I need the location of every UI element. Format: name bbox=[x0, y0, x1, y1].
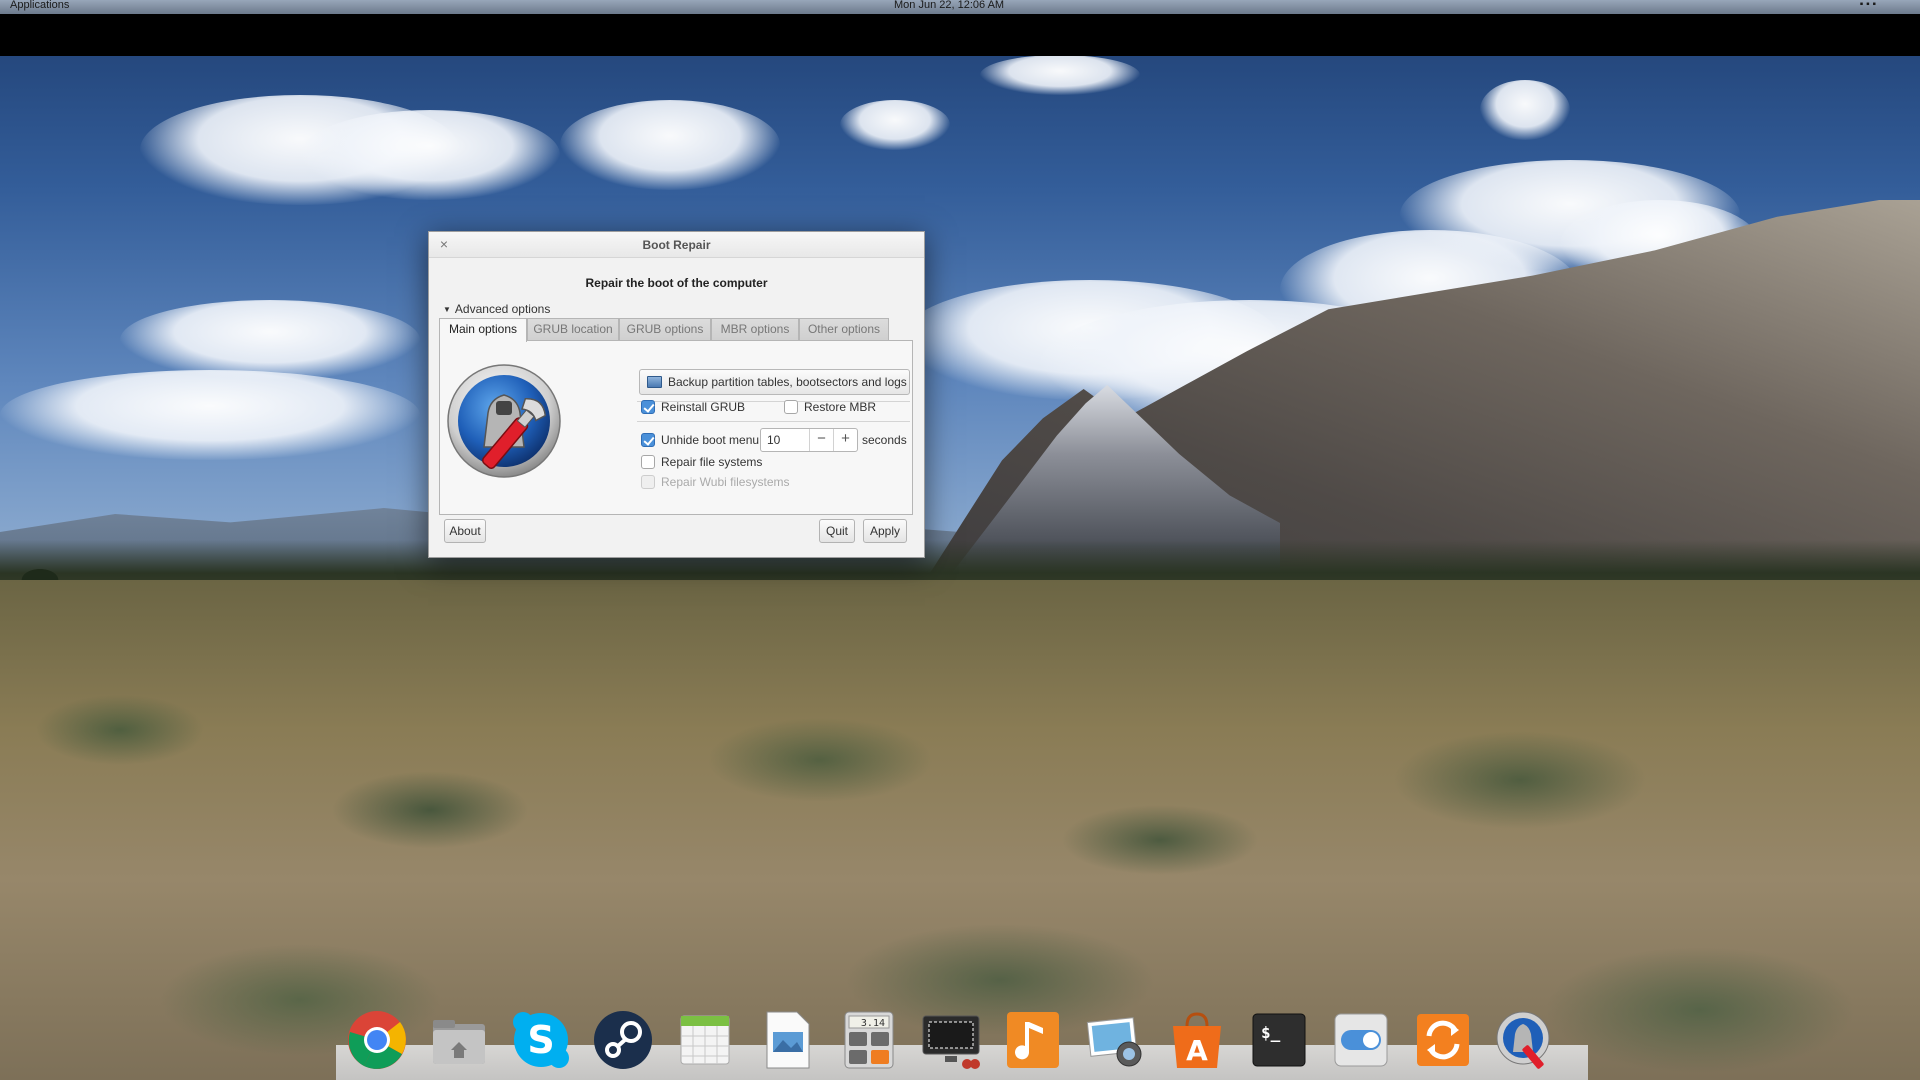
advanced-options-expander[interactable]: ▼ Advanced options bbox=[443, 302, 550, 316]
wallpaper-cloud bbox=[300, 110, 560, 200]
main-options-panel: Backup partition tables, bootsectors and… bbox=[439, 340, 913, 515]
dock-item-steam[interactable] bbox=[591, 1008, 655, 1072]
apply-button[interactable]: Apply bbox=[863, 519, 907, 543]
terminal-prompt: $_ bbox=[1261, 1023, 1281, 1042]
decrement-button[interactable]: − bbox=[809, 429, 833, 451]
calculator-icon: 3.14 bbox=[844, 1011, 894, 1069]
tab-grub-location[interactable]: GRUB location bbox=[527, 318, 619, 341]
dock-item-switchboard[interactable] bbox=[1329, 1008, 1393, 1072]
reinstall-grub-checkbox[interactable] bbox=[641, 400, 655, 414]
repair-wubi-checkbox bbox=[641, 475, 655, 489]
dock-item-calculator[interactable]: 3.14 bbox=[837, 1008, 901, 1072]
advanced-options-label: Advanced options bbox=[454, 302, 551, 316]
wallpaper-cloud bbox=[0, 370, 420, 460]
tab-grub-options[interactable]: GRUB options bbox=[619, 318, 711, 341]
update-manager-icon bbox=[1417, 1014, 1469, 1066]
boot-menu-seconds-spinner[interactable]: 10 − + bbox=[760, 428, 858, 452]
applications-menu[interactable]: Applications bbox=[10, 0, 69, 11]
increment-button[interactable]: + bbox=[833, 429, 857, 451]
dock-item-chrome[interactable] bbox=[345, 1008, 409, 1072]
unhide-boot-menu-checkbox[interactable] bbox=[641, 433, 655, 447]
system-tray[interactable]: ▪ ▪ ▪ bbox=[1860, 0, 1876, 11]
wallpaper-cloud bbox=[1480, 80, 1570, 140]
dock-item-software-center[interactable]: A bbox=[1165, 1008, 1229, 1072]
dock: S 3.14 A $_ bbox=[336, 1000, 1588, 1080]
dock-item-music[interactable] bbox=[1001, 1008, 1065, 1072]
dialog-title: Boot Repair bbox=[642, 238, 711, 252]
svg-text:A: A bbox=[1186, 1034, 1208, 1067]
unhide-boot-menu-label: Unhide boot menu : bbox=[661, 433, 766, 447]
calendar-icon bbox=[680, 1015, 730, 1065]
seconds-label: seconds bbox=[862, 433, 907, 447]
svg-text:S: S bbox=[527, 1018, 554, 1062]
tab-main-options[interactable]: Main options bbox=[439, 318, 527, 342]
terminal-icon: $_ bbox=[1252, 1013, 1306, 1067]
desktop-wallpaper bbox=[0, 0, 1920, 1080]
boot-repair-dialog: × Boot Repair Repair the boot of the com… bbox=[428, 231, 925, 558]
seconds-value[interactable]: 10 bbox=[767, 433, 780, 447]
tab-mbr-options[interactable]: MBR options bbox=[711, 318, 799, 341]
wallpaper-cloud bbox=[120, 300, 420, 380]
repair-wubi-label: Repair Wubi filesystems bbox=[661, 475, 790, 489]
boot-repair-logo-icon bbox=[447, 364, 561, 478]
backup-button[interactable]: Backup partition tables, bootsectors and… bbox=[639, 369, 910, 395]
steam-icon bbox=[594, 1011, 652, 1069]
wallpaper-cloud bbox=[980, 55, 1140, 95]
dock-item-screenshot[interactable] bbox=[919, 1008, 983, 1072]
restore-mbr-label: Restore MBR bbox=[804, 400, 877, 414]
expander-arrow-icon: ▼ bbox=[443, 305, 451, 314]
tab-other-options[interactable]: Other options bbox=[799, 318, 889, 341]
repair-file-systems-label: Repair file systems bbox=[661, 455, 763, 469]
dock-item-terminal[interactable]: $_ bbox=[1247, 1008, 1311, 1072]
dock-item-photos[interactable] bbox=[1083, 1008, 1147, 1072]
dock-item-boot-repair[interactable] bbox=[1493, 1008, 1557, 1072]
dock-item-calendar[interactable] bbox=[673, 1008, 737, 1072]
software-center-icon: A bbox=[1173, 1012, 1221, 1068]
repair-file-systems-checkbox[interactable] bbox=[641, 455, 655, 469]
dock-item-skype[interactable]: S bbox=[509, 1008, 573, 1072]
skype-icon: S bbox=[513, 1012, 569, 1068]
music-icon bbox=[1007, 1012, 1059, 1068]
top-panel-strip: Applications Mon Jun 22, 12:06 AM ▪ ▪ ▪ bbox=[0, 0, 1920, 14]
boot-repair-icon bbox=[1496, 1011, 1550, 1069]
top-panel: Applications Mon Jun 22, 12:06 AM ▪ ▪ ▪ bbox=[0, 0, 1920, 56]
calculator-display: 3.14 bbox=[861, 1018, 885, 1029]
files-icon bbox=[433, 1020, 485, 1064]
switchboard-icon bbox=[1334, 1013, 1388, 1067]
photos-icon bbox=[1086, 1017, 1142, 1067]
wallpaper-cloud bbox=[840, 100, 950, 150]
reinstall-grub-label: Reinstall GRUB bbox=[661, 400, 746, 414]
dialog-titlebar[interactable]: × Boot Repair bbox=[429, 232, 924, 258]
quit-button[interactable]: Quit bbox=[819, 519, 855, 543]
chrome-icon bbox=[348, 1011, 406, 1069]
dock-item-document-viewer[interactable] bbox=[755, 1008, 819, 1072]
wallpaper-cloud bbox=[560, 100, 780, 190]
dialog-heading: Repair the boot of the computer bbox=[585, 276, 768, 290]
backup-button-label: Backup partition tables, bootsectors and… bbox=[668, 375, 907, 389]
panel-clock[interactable]: Mon Jun 22, 12:06 AM bbox=[894, 0, 1004, 11]
dock-item-update-manager[interactable] bbox=[1411, 1008, 1475, 1072]
separator bbox=[637, 421, 910, 422]
indicator-icon[interactable]: ▪ ▪ ▪ bbox=[1860, 0, 1876, 10]
drive-icon bbox=[647, 376, 662, 388]
screenshot-icon bbox=[922, 1015, 980, 1069]
about-button[interactable]: About bbox=[444, 519, 486, 543]
document-viewer-icon bbox=[766, 1011, 810, 1069]
dock-item-files[interactable] bbox=[427, 1008, 491, 1072]
restore-mbr-checkbox[interactable] bbox=[784, 400, 798, 414]
